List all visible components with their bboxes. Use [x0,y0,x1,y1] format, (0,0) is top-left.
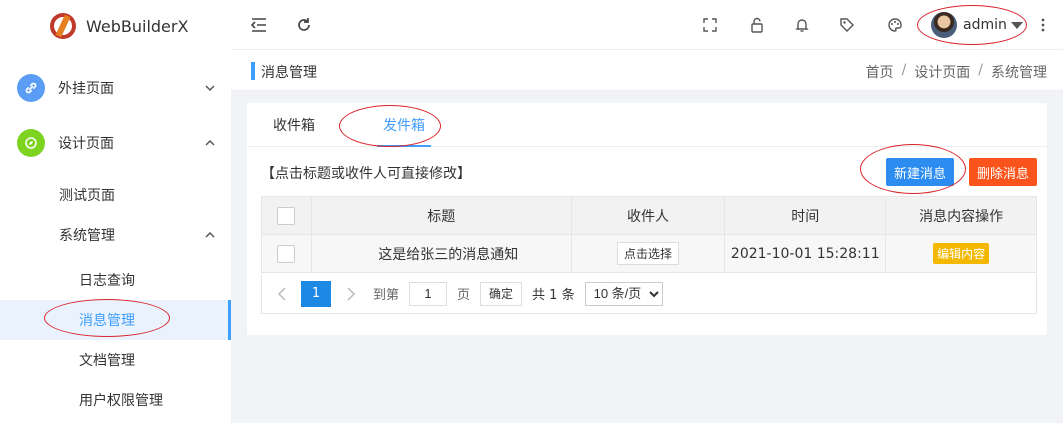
sidebar: WebBuilderX 外挂页面 设计页面 测试页面 系统管理 日志查询 消息管… [0,0,231,423]
breadcrumb-separator: / [978,62,983,78]
sidebar-item-label: 测试页面 [59,188,115,204]
goto-confirm-button[interactable]: 确定 [480,281,523,306]
sidebar-item-system-mgmt[interactable]: 系统管理 [0,215,231,255]
pagination: 1 到第 页 确定 共 1 条 10 条/页 [261,274,1037,314]
goto-label: 到第 [373,288,400,303]
sidebar-item-message-mgmt[interactable]: 消息管理 [0,300,231,340]
select-all-checkbox[interactable] [277,206,296,225]
edit-hint: 【点击标题或收件人可直接修改】 [261,166,471,182]
app-logo[interactable]: WebBuilderX [50,12,188,40]
column-header-time[interactable]: 时间 [724,196,887,235]
menu-fold-icon[interactable] [249,15,269,35]
title-accent-bar [251,62,255,80]
breadcrumb: 首页 / 设计页面 / 系统管理 [866,62,1047,82]
message-card: 收件箱 发件箱 【点击标题或收件人可直接修改】 新建消息 删除消息 标题 收件人… [247,103,1047,335]
column-header-recipient[interactable]: 收件人 [570,196,726,235]
table-row: 这是给张三的消息通知 点击选择 2021-10-01 15:28:11 编辑内容 [261,234,1037,273]
sidebar-group-label: 设计页面 [58,136,114,152]
column-header-title[interactable]: 标题 [310,196,572,235]
more-icon[interactable] [1033,15,1053,35]
breadcrumb-design[interactable]: 设计页面 [914,62,970,82]
top-header: admin [231,0,1063,50]
page-title-bar: 消息管理 首页 / 设计页面 / 系统管理 [231,51,1063,91]
prev-page-icon[interactable] [270,282,294,306]
refresh-icon[interactable] [294,15,314,35]
sidebar-item-log-query[interactable]: 日志查询 [0,260,231,300]
goto-page-input[interactable] [409,281,448,306]
tab-outbox[interactable]: 发件箱 [383,115,425,135]
lock-icon[interactable] [747,15,767,35]
sidebar-item-label: 文档管理 [79,353,135,369]
action-cell: 编辑内容 [885,234,1037,273]
table-header-row: 标题 收件人 时间 消息内容操作 [261,196,1037,235]
page-size-select[interactable]: 10 条/页 [584,281,663,306]
time-cell: 2021-10-01 15:28:11 [724,234,887,273]
breadcrumb-home[interactable]: 首页 [866,62,894,82]
chevron-down-icon [205,85,215,92]
user-menu[interactable]: admin [931,9,1023,41]
page-number-current[interactable]: 1 [301,280,331,307]
app-name: WebBuilderX [86,16,189,36]
tab-active-indicator [377,145,431,147]
edit-content-button[interactable]: 编辑内容 [933,243,990,264]
total-count: 共 1 条 [532,288,575,303]
sidebar-group-design[interactable]: 设计页面 [0,121,231,165]
sidebar-group-label: 外挂页面 [58,81,114,97]
main-content: 收件箱 发件箱 【点击标题或收件人可直接修改】 新建消息 删除消息 标题 收件人… [231,91,1063,423]
row-select-cell [261,234,312,273]
palette-icon[interactable] [885,15,905,35]
tab-bar: 收件箱 发件箱 [247,103,1047,147]
recipient-cell: 点击选择 [570,234,726,273]
sidebar-item-user-permissions[interactable]: 用户权限管理 [0,380,231,420]
chevron-up-icon [205,231,215,238]
logo-icon [50,13,76,39]
breadcrumb-separator: / [901,62,907,78]
sidebar-item-label: 用户权限管理 [79,393,163,409]
sidebar-item-label: 消息管理 [79,313,135,329]
caret-down-icon [1010,21,1023,29]
tag-icon[interactable] [837,15,857,35]
breadcrumb-system[interactable]: 系统管理 [991,62,1047,82]
compass-icon [17,129,45,157]
sidebar-item-label: 日志查询 [79,273,135,289]
sidebar-group-external[interactable]: 外挂页面 [0,66,231,110]
app-root: WebBuilderX 外挂页面 设计页面 测试页面 系统管理 日志查询 消息管… [0,0,1063,423]
user-name: admin [963,17,1007,33]
select-recipient-button[interactable]: 点击选择 [616,242,679,265]
tab-inbox[interactable]: 收件箱 [273,115,315,135]
chevron-up-icon [205,139,215,146]
delete-message-button[interactable]: 删除消息 [969,158,1037,186]
select-all-cell [261,196,312,235]
new-message-button[interactable]: 新建消息 [886,158,954,186]
bell-icon[interactable] [792,15,812,35]
page-title: 消息管理 [261,65,317,81]
sidebar-item-test-page[interactable]: 测试页面 [0,175,231,215]
avatar [931,12,957,38]
page-unit-label: 页 [457,288,471,303]
column-header-action: 消息内容操作 [885,196,1037,235]
sidebar-item-label: 系统管理 [59,228,115,244]
sidebar-item-doc-mgmt[interactable]: 文档管理 [0,340,231,380]
message-table: 标题 收件人 时间 消息内容操作 这是给张三的消息通知 点击选择 2021-10… [261,196,1037,273]
fullscreen-icon[interactable] [700,15,720,35]
next-page-icon[interactable] [339,282,363,306]
link-icon [17,74,45,102]
row-checkbox[interactable] [277,244,296,263]
message-title-cell[interactable]: 这是给张三的消息通知 [310,234,572,273]
